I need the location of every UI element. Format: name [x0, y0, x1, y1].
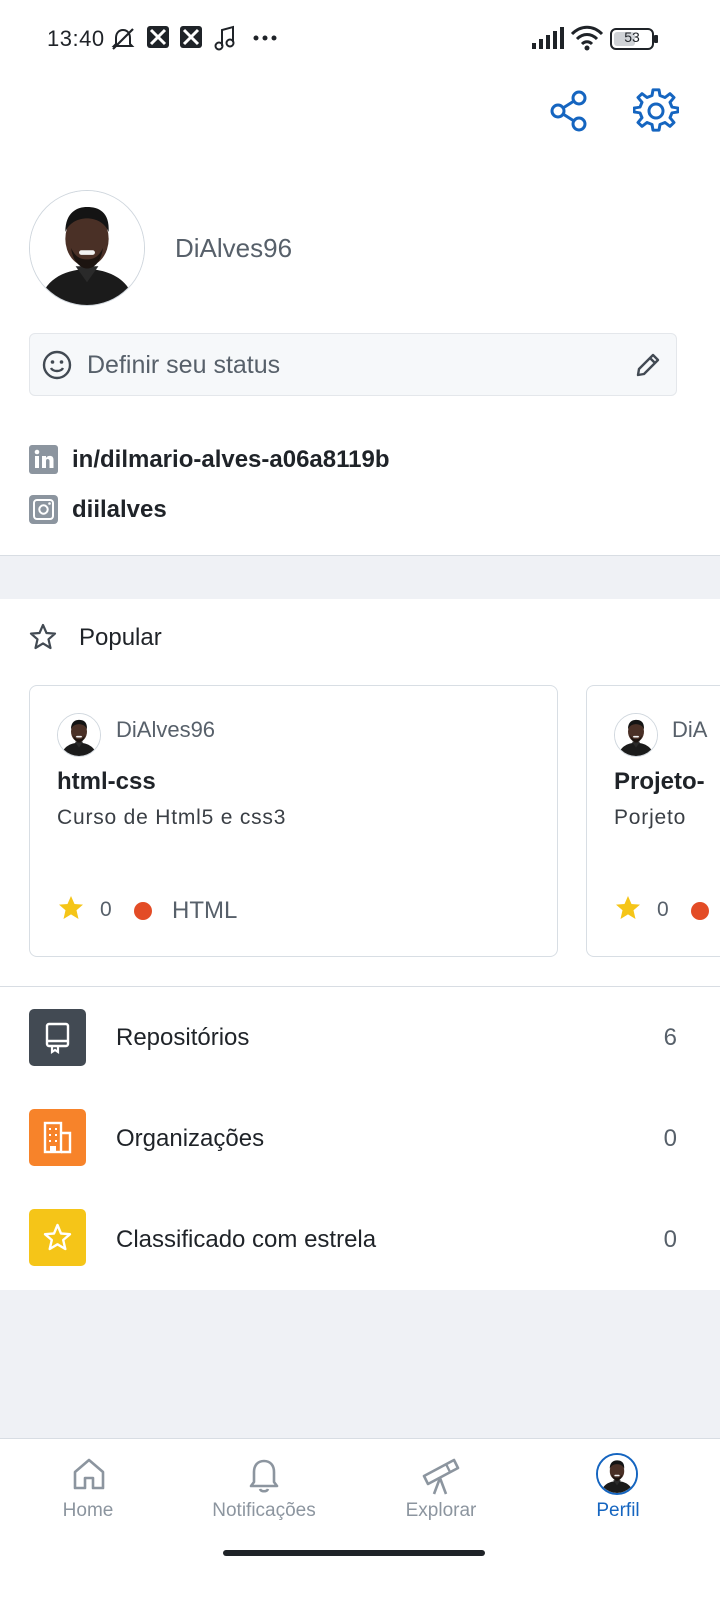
app-icon [145, 24, 171, 55]
share-icon [546, 90, 592, 138]
nav-notifications-label: Notificações [212, 1500, 316, 1521]
battery-level: 53 [624, 29, 640, 45]
nav-profile-label: Perfil [596, 1500, 640, 1521]
status-time: 13:40 [47, 26, 105, 51]
home-indicator[interactable] [223, 1550, 485, 1556]
home-icon [71, 1456, 107, 1497]
language-dot [691, 902, 709, 920]
profile-avatar[interactable] [29, 190, 145, 306]
card-description: Porjeto [614, 806, 687, 829]
nav-home-label: Home [62, 1500, 114, 1521]
owner-avatar [57, 713, 101, 757]
wifi-icon [570, 24, 604, 57]
repositories-count: 6 [663, 1024, 677, 1051]
more-icon [252, 28, 280, 53]
card-star-count: 0 [100, 898, 112, 921]
instagram-icon [29, 495, 58, 529]
popular-title: Popular [79, 624, 162, 651]
star-outline-icon [29, 623, 57, 656]
card-description: Curso de Html5 e css3 [57, 806, 287, 829]
nav-explore[interactable]: Explorar [356, 1450, 526, 1540]
battery-icon: 53 [610, 27, 660, 56]
repositories-row[interactable] [0, 996, 720, 1082]
telescope-icon [420, 1454, 462, 1501]
mute-icon [108, 24, 138, 59]
card-language: HTML [172, 897, 238, 924]
star-filled-icon [57, 894, 85, 927]
organization-icon [29, 1109, 86, 1166]
app-icon [178, 24, 204, 55]
status-bar: 13:40 53 [0, 0, 720, 80]
smiley-icon [42, 350, 72, 385]
starred-label: Classificado com estrela [116, 1226, 377, 1253]
divider [0, 986, 720, 987]
nav-profile[interactable]: Perfil [533, 1450, 703, 1540]
card-repo-name: html-css [57, 768, 156, 795]
nav-home[interactable]: Home [3, 1450, 173, 1540]
settings-button[interactable] [632, 88, 680, 134]
music-icon [212, 24, 238, 57]
organizations-count: 0 [663, 1125, 677, 1152]
repositories-label: Repositórios [116, 1024, 250, 1051]
share-button[interactable] [546, 88, 592, 134]
settings-icon [632, 88, 680, 138]
linkedin-icon [29, 445, 58, 479]
avatar-icon [596, 1453, 638, 1495]
empty-area [0, 1290, 720, 1438]
repo-icon [29, 1009, 86, 1066]
edit-icon[interactable] [634, 351, 662, 384]
organizations-label: Organizações [116, 1125, 265, 1152]
profile-username: DiAlves96 [175, 233, 293, 263]
status-placeholder: Definir seu status [87, 351, 281, 379]
language-dot [134, 902, 152, 920]
signal-icon [531, 26, 565, 55]
card-owner: DiA [672, 717, 708, 742]
card-repo-name: Projeto- [614, 768, 705, 795]
bell-icon [246, 1456, 282, 1499]
card-owner: DiAlves96 [116, 717, 216, 742]
nav-explore-label: Explorar [405, 1500, 477, 1521]
linkedin-link[interactable]: in/dilmario-alves-a06a8119b [72, 446, 390, 474]
star-filled-icon [614, 894, 642, 927]
star-icon [29, 1209, 86, 1266]
section-separator [0, 555, 720, 599]
nav-notifications[interactable]: Notificações [179, 1450, 349, 1540]
starred-count: 0 [663, 1226, 677, 1253]
organizations-row[interactable] [0, 1096, 720, 1182]
owner-avatar [614, 713, 658, 757]
instagram-link[interactable]: diilalves [72, 496, 167, 524]
card-star-count: 0 [657, 898, 669, 921]
